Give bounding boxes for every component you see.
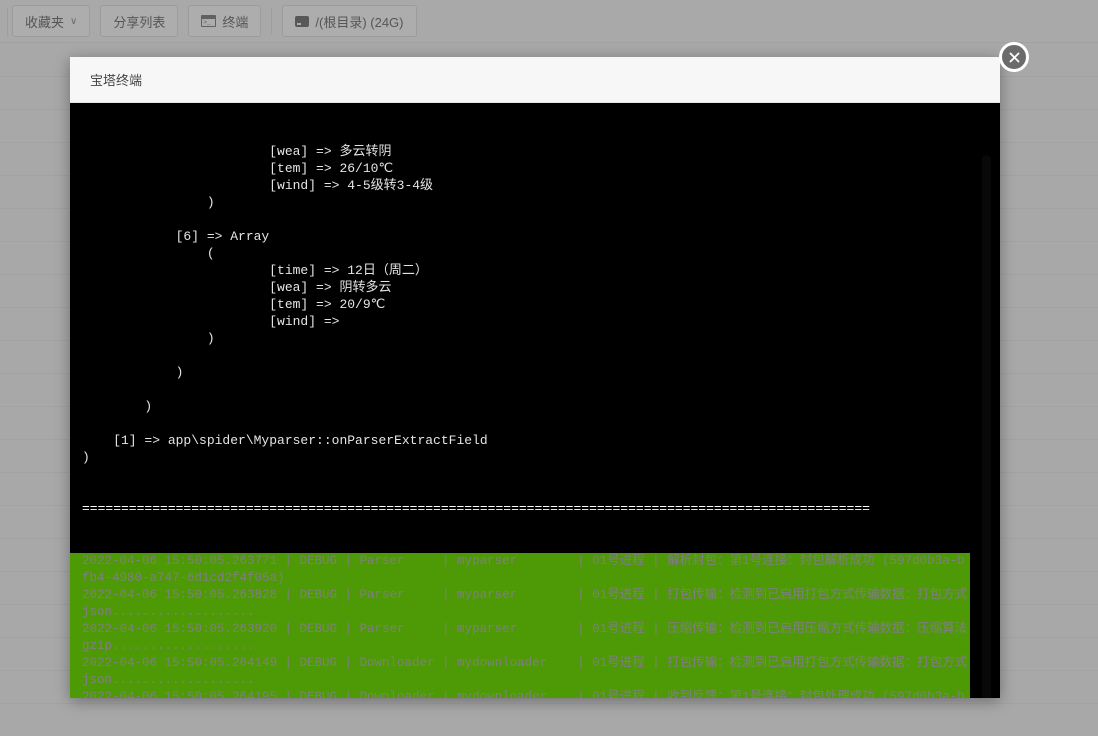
terminal-separator: ========================================…	[82, 501, 870, 516]
terminal-log-line: 2022-04-06 15:50:05.263828 | DEBUG | Par…	[70, 587, 970, 621]
terminal-log-block: 2022-04-06 15:50:05.263771 | DEBUG | Par…	[70, 553, 970, 698]
terminal-dump-text: [wea] => 多云转阴 [tem] => 26/10℃ [wind] => …	[82, 144, 488, 465]
close-button[interactable]	[999, 42, 1029, 72]
terminal-dump: [wea] => 多云转阴 [tem] => 26/10℃ [wind] => …	[70, 109, 1000, 551]
terminal-log-line: 2022-04-06 15:50:05.264195 | DEBUG | Dow…	[70, 689, 970, 698]
terminal-dialog: 宝塔终端 [wea] => 多云转阴 [tem] => 26/10℃ [wind…	[70, 42, 1029, 698]
dialog-header: 宝塔终端	[70, 57, 1000, 103]
close-icon	[1009, 52, 1019, 62]
terminal-log-line: 2022-04-06 15:50:05.263771 | DEBUG | Par…	[70, 553, 970, 587]
terminal-scrollbar[interactable]	[982, 155, 991, 698]
screen: 收藏夹 ∨ 分享列表 终端 /(根目录) (24G)	[0, 0, 1098, 736]
terminal-log-line: 2022-04-06 15:50:05.263920 | DEBUG | Par…	[70, 621, 970, 655]
dialog-title: 宝塔终端	[90, 73, 143, 88]
terminal-log-line: 2022-04-06 15:50:05.264149 | DEBUG | Dow…	[70, 655, 970, 689]
terminal-output[interactable]: [wea] => 多云转阴 [tem] => 26/10℃ [wind] => …	[70, 103, 1000, 698]
